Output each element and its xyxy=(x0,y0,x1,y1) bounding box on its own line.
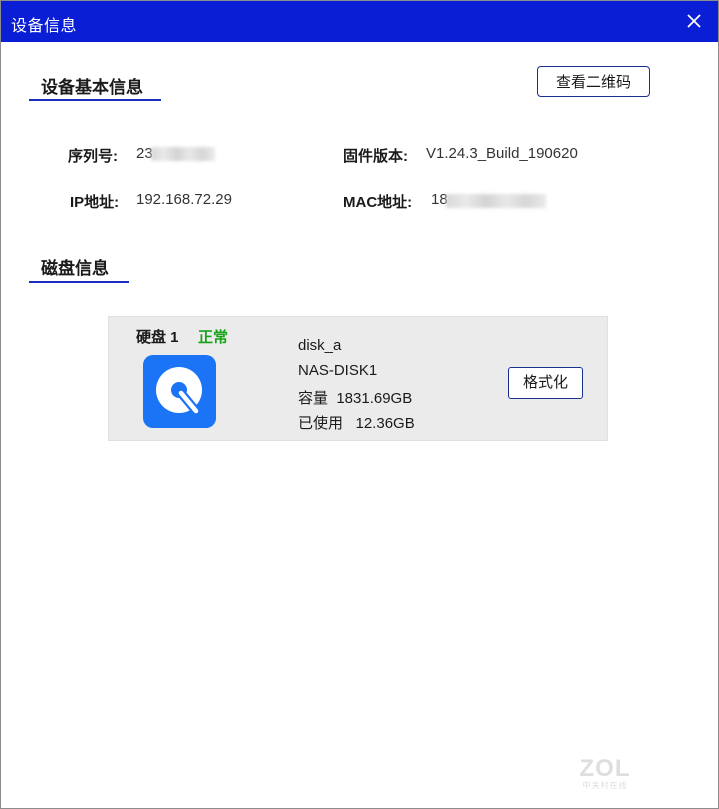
mac-label: MAC地址: xyxy=(343,194,413,211)
close-icon[interactable] xyxy=(680,7,708,35)
disk-title: 硬盘 1 xyxy=(136,329,179,346)
device-info-dialog: 设备信息 设备基本信息 查看二维码 序列号: 23 固件版本: V1.24.3_… xyxy=(0,0,719,809)
disk-card: 硬盘 1 正常 disk_a NAS-DISK1 容量 1831.69GB 已使… xyxy=(108,316,608,441)
disk-info-underline xyxy=(29,281,129,283)
zol-watermark: ZOL 中关村在线 xyxy=(574,757,636,791)
hard-disk-icon xyxy=(143,355,216,428)
dialog-title: 设备信息 xyxy=(11,18,78,35)
format-button[interactable]: 格式化 xyxy=(508,367,583,399)
firmware-label: 固件版本: xyxy=(343,148,408,165)
disk-model: NAS-DISK1 xyxy=(298,362,378,379)
serial-redaction xyxy=(151,147,215,161)
firmware-value: V1.24.3_Build_190620 xyxy=(426,145,578,162)
view-qr-code-button[interactable]: 查看二维码 xyxy=(537,66,650,97)
serial-label: 序列号: xyxy=(68,148,118,165)
disk-info-heading: 磁盘信息 xyxy=(41,259,109,278)
ip-value: 192.168.72.29 xyxy=(136,191,232,208)
watermark-subtitle: 中关村在线 xyxy=(582,781,628,790)
disk-capacity: 容量 1831.69GB xyxy=(298,390,413,407)
mac-redaction xyxy=(446,194,546,208)
basic-info-underline xyxy=(29,99,161,101)
disk-name: disk_a xyxy=(298,337,342,354)
watermark-logo: ZOL xyxy=(579,755,631,782)
disk-used: 已使用 12.36GB xyxy=(298,415,415,432)
title-bar: 设备信息 xyxy=(1,1,718,42)
ip-label: IP地址: xyxy=(70,194,120,211)
basic-info-heading: 设备基本信息 xyxy=(41,78,143,97)
disk-status-badge: 正常 xyxy=(198,329,229,346)
